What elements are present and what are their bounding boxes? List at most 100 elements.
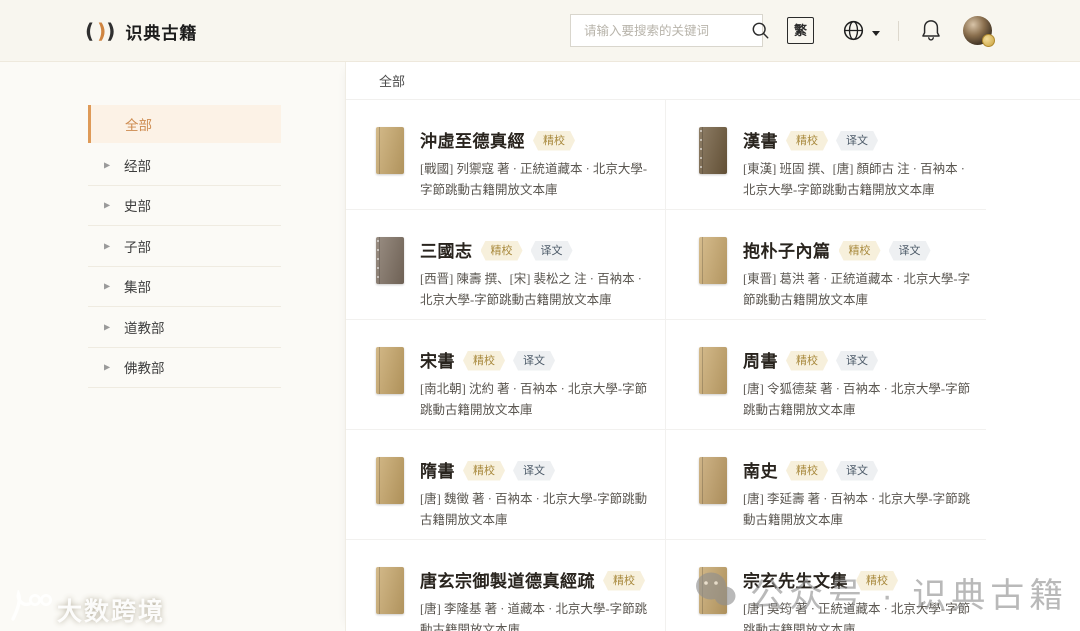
book-cover (376, 127, 404, 174)
language-selector[interactable] (842, 19, 880, 47)
book-cover (699, 237, 727, 284)
book-info: 三國志 精校 译文 [西晋] 陳壽 撰、[宋] 裴松之 注 · 百衲本 · 北京大… (420, 237, 653, 319)
sidebar-item-label: 集部 (124, 280, 151, 296)
book-card[interactable]: 漢書 精校 译文 [東漢] 班固 撰、[唐] 顏師古 注 · 百衲本 · 北京大學… (665, 100, 986, 210)
chevron-right-icon: ▶ (104, 281, 111, 291)
search-icon[interactable] (751, 21, 770, 40)
book-card[interactable]: 隋書 精校 译文 [唐] 魏徵 著 · 百衲本 · 北京大學-字節跳動古籍開放文本… (346, 430, 665, 540)
sidebar-item-佛教部[interactable]: ▶ 佛教部 (88, 348, 281, 388)
book-info: 周書 精校 译文 [唐] 令狐德棻 著 · 百衲本 · 北京大學-字節跳動古籍開放… (743, 347, 976, 429)
notifications-bell-icon[interactable] (920, 18, 942, 47)
book-meta: [唐] 吳筠 著 · 正統道藏本 · 北京大學-字節跳動古籍開放文本庫 (743, 602, 971, 631)
book-info: 宋書 精校 译文 [南北朝] 沈約 著 · 百衲本 · 北京大學-字節跳動古籍開放… (420, 347, 653, 429)
book-badges: 精校 (848, 570, 898, 591)
book-badges: 精校 (525, 130, 575, 151)
book-meta: [戰國] 列禦寇 著 · 正統道藏本 · 北京大學-字節跳動古籍開放文本庫 (420, 162, 648, 197)
chevron-right-icon: ▶ (104, 322, 111, 332)
badge-译文: 译文 (836, 460, 878, 481)
book-title: 南史 (743, 462, 778, 481)
sidebar-item-子部[interactable]: ▶ 子部 (88, 226, 281, 267)
book-card[interactable]: 三國志 精校 译文 [西晋] 陳壽 撰、[宋] 裴松之 注 · 百衲本 · 北京大… (346, 210, 665, 320)
chevron-right-icon: ▶ (104, 200, 111, 210)
book-cover (376, 237, 404, 284)
book-info: 漢書 精校 译文 [東漢] 班固 撰、[唐] 顏師古 注 · 百衲本 · 北京大學… (743, 127, 976, 209)
badge-译文: 译文 (530, 240, 573, 261)
chevron-right-icon: ▶ (104, 362, 111, 372)
badge-译文: 译文 (836, 350, 878, 371)
book-card[interactable]: 南史 精校 译文 [唐] 李延壽 著 · 百衲本 · 北京大學-字節跳動古籍開放文… (665, 430, 986, 540)
book-cover (699, 567, 727, 614)
sidebar-item-label: 经部 (124, 158, 151, 174)
book-title: 唐玄宗御製道德真經疏 (420, 572, 595, 591)
dashu-logo-icon (6, 588, 53, 629)
book-list-panel: 全部 沖虛至德真經 精校 [戰國] 列禦寇 著 · 正統道藏本 · 北京大學-字… (345, 62, 1080, 631)
sidebar-item-label: 子部 (124, 239, 151, 255)
book-card[interactable]: 唐玄宗御製道德真經疏 精校 [唐] 李隆基 著 · 道藏本 · 北京大學-字節跳… (346, 540, 665, 631)
user-avatar[interactable] (963, 16, 995, 47)
sidebar-item-label: 佛教部 (124, 361, 165, 377)
sidebar-item-道教部[interactable]: ▶ 道教部 (88, 307, 281, 348)
logo-bracket-icon: ) (106, 19, 116, 43)
book-title: 沖虛至德真經 (420, 132, 525, 151)
category-sidebar: ▶ 全部 ▶ 经部 ▶ 史部 ▶ 子部 ▶ 集部 ▶ 道教部 ▶ 佛教部 (88, 105, 281, 388)
badge-精校: 精校 (856, 570, 898, 591)
badge-精校: 精校 (533, 130, 575, 151)
book-info: 抱朴子內篇 精校 译文 [東晋] 葛洪 著 · 正統道藏本 · 北京大學-字節跳動… (743, 237, 976, 319)
book-card[interactable]: 周書 精校 译文 [唐] 令狐德棻 著 · 百衲本 · 北京大學-字節跳動古籍開放… (665, 320, 986, 430)
book-card[interactable]: 宗玄先生文集 精校 [唐] 吳筠 著 · 正統道藏本 · 北京大學-字節跳動古籍… (665, 540, 986, 631)
book-cover (376, 457, 404, 504)
badge-译文: 译文 (888, 240, 931, 261)
book-meta: [東漢] 班固 撰、[唐] 顏師古 注 · 百衲本 · 北京大學-字節跳動古籍開… (743, 162, 965, 197)
watermark-dashu: 大数跨境 (6, 588, 166, 629)
book-card[interactable]: 沖虛至德真經 精校 [戰國] 列禦寇 著 · 正統道藏本 · 北京大學-字節跳動… (346, 100, 665, 210)
header: ( ) ) 识典古籍 繁 (0, 0, 1080, 62)
book-badges: 精校 译文 (778, 350, 878, 371)
traditional-chinese-toggle-button[interactable]: 繁 (787, 17, 814, 44)
book-info: 宗玄先生文集 精校 [唐] 吳筠 著 · 正統道藏本 · 北京大學-字節跳動古籍… (743, 567, 976, 631)
book-grid: 沖虛至德真經 精校 [戰國] 列禦寇 著 · 正統道藏本 · 北京大學-字節跳動… (346, 100, 986, 631)
sidebar-item-经部[interactable]: ▶ 经部 (88, 145, 281, 186)
sidebar-item-全部[interactable]: ▶ 全部 (88, 105, 281, 143)
book-info: 南史 精校 译文 [唐] 李延壽 著 · 百衲本 · 北京大學-字節跳動古籍開放文… (743, 457, 976, 539)
sidebar-item-史部[interactable]: ▶ 史部 (88, 186, 281, 226)
sidebar-item-label: 道教部 (124, 320, 165, 336)
sidebar-item-集部[interactable]: ▶ 集部 (88, 267, 281, 307)
book-info: 沖虛至德真經 精校 [戰國] 列禦寇 著 · 正統道藏本 · 北京大學-字節跳動… (420, 127, 653, 209)
badge-精校: 精校 (838, 240, 881, 261)
book-cover (376, 567, 404, 614)
badge-精校: 精校 (463, 350, 505, 371)
badge-精校: 精校 (786, 130, 828, 151)
badge-译文: 译文 (513, 350, 555, 371)
book-meta: [唐] 魏徵 著 · 百衲本 · 北京大學-字節跳動古籍開放文本庫 (420, 492, 648, 527)
watermark-text: 大数跨境 (57, 597, 166, 626)
chevron-right-icon: ▶ (104, 241, 111, 251)
book-title: 宗玄先生文集 (743, 572, 848, 591)
app-title: 识典古籍 (125, 23, 198, 43)
list-header-label: 全部 (379, 74, 406, 89)
badge-精校: 精校 (480, 240, 523, 261)
badge-译文: 译文 (836, 130, 878, 151)
book-badges: 精校 译文 (831, 240, 931, 261)
coin-badge-icon (982, 34, 995, 47)
book-title: 隋書 (420, 462, 455, 481)
book-meta: [西晋] 陳壽 撰、[宋] 裴松之 注 · 百衲本 · 北京大學-字節跳動古籍開… (420, 272, 642, 307)
book-badges: 精校 译文 (778, 130, 878, 151)
book-meta: [唐] 李延壽 著 · 百衲本 · 北京大學-字節跳動古籍開放文本庫 (743, 492, 971, 527)
book-cover (376, 347, 404, 394)
book-meta: [東晋] 葛洪 著 · 正統道藏本 · 北京大學-字節跳動古籍開放文本庫 (743, 272, 971, 307)
book-info: 唐玄宗御製道德真經疏 精校 [唐] 李隆基 著 · 道藏本 · 北京大學-字節跳… (420, 567, 653, 631)
logo[interactable]: ( ) ) 识典古籍 (85, 0, 197, 62)
book-card[interactable]: 抱朴子內篇 精校 译文 [東晋] 葛洪 著 · 正統道藏本 · 北京大學-字節跳動… (665, 210, 986, 320)
header-divider (898, 21, 899, 41)
book-card[interactable]: 宋書 精校 译文 [南北朝] 沈約 著 · 百衲本 · 北京大學-字節跳動古籍開放… (346, 320, 665, 430)
book-badges: 精校 译文 (455, 350, 555, 371)
book-cover (699, 457, 727, 504)
book-meta: [南北朝] 沈約 著 · 百衲本 · 北京大學-字節跳動古籍開放文本庫 (420, 382, 648, 417)
search-input[interactable] (571, 23, 751, 38)
search-box (570, 14, 769, 47)
chevron-down-icon (872, 30, 880, 36)
book-meta: [唐] 令狐德棻 著 · 百衲本 · 北京大學-字節跳動古籍開放文本庫 (743, 382, 971, 417)
badge-精校: 精校 (786, 460, 828, 481)
book-badges: 精校 译文 (473, 240, 573, 261)
book-badges: 精校 译文 (455, 460, 555, 481)
